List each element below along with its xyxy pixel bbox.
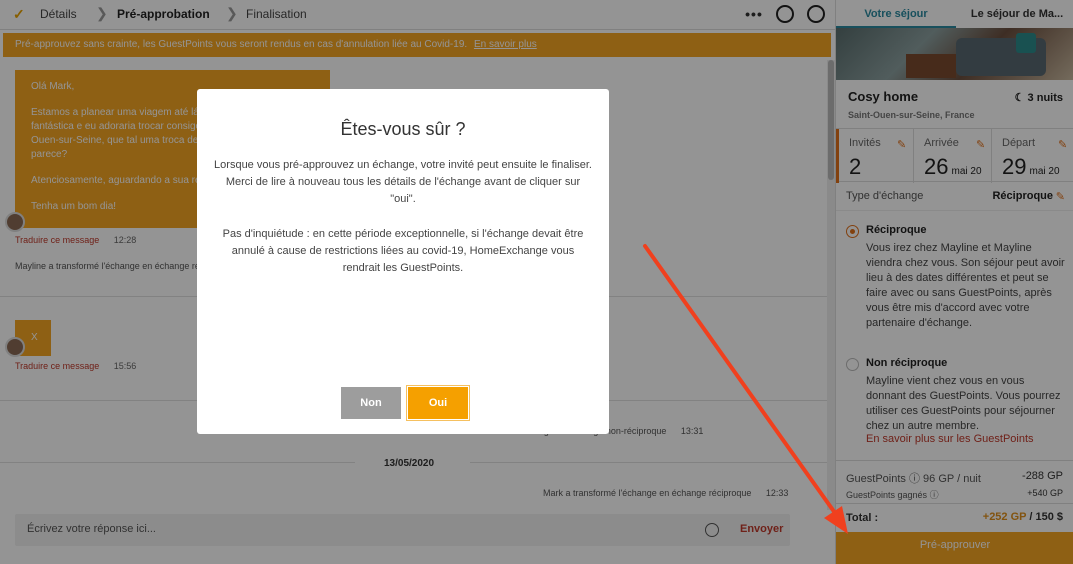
dialog-text-1: Lorsque vous pré-approuvez un échange, v… <box>214 159 592 205</box>
no-button[interactable]: Non <box>341 387 401 419</box>
confirm-dialog: Êtes-vous sûr ? Lorsque vous pré-approuv… <box>197 89 609 434</box>
yes-button[interactable]: Oui <box>408 387 468 419</box>
dialog-title: Êtes-vous sûr ? <box>340 119 466 139</box>
dialog-text-2: Pas d'inquiétude : en cette période exce… <box>222 228 584 274</box>
